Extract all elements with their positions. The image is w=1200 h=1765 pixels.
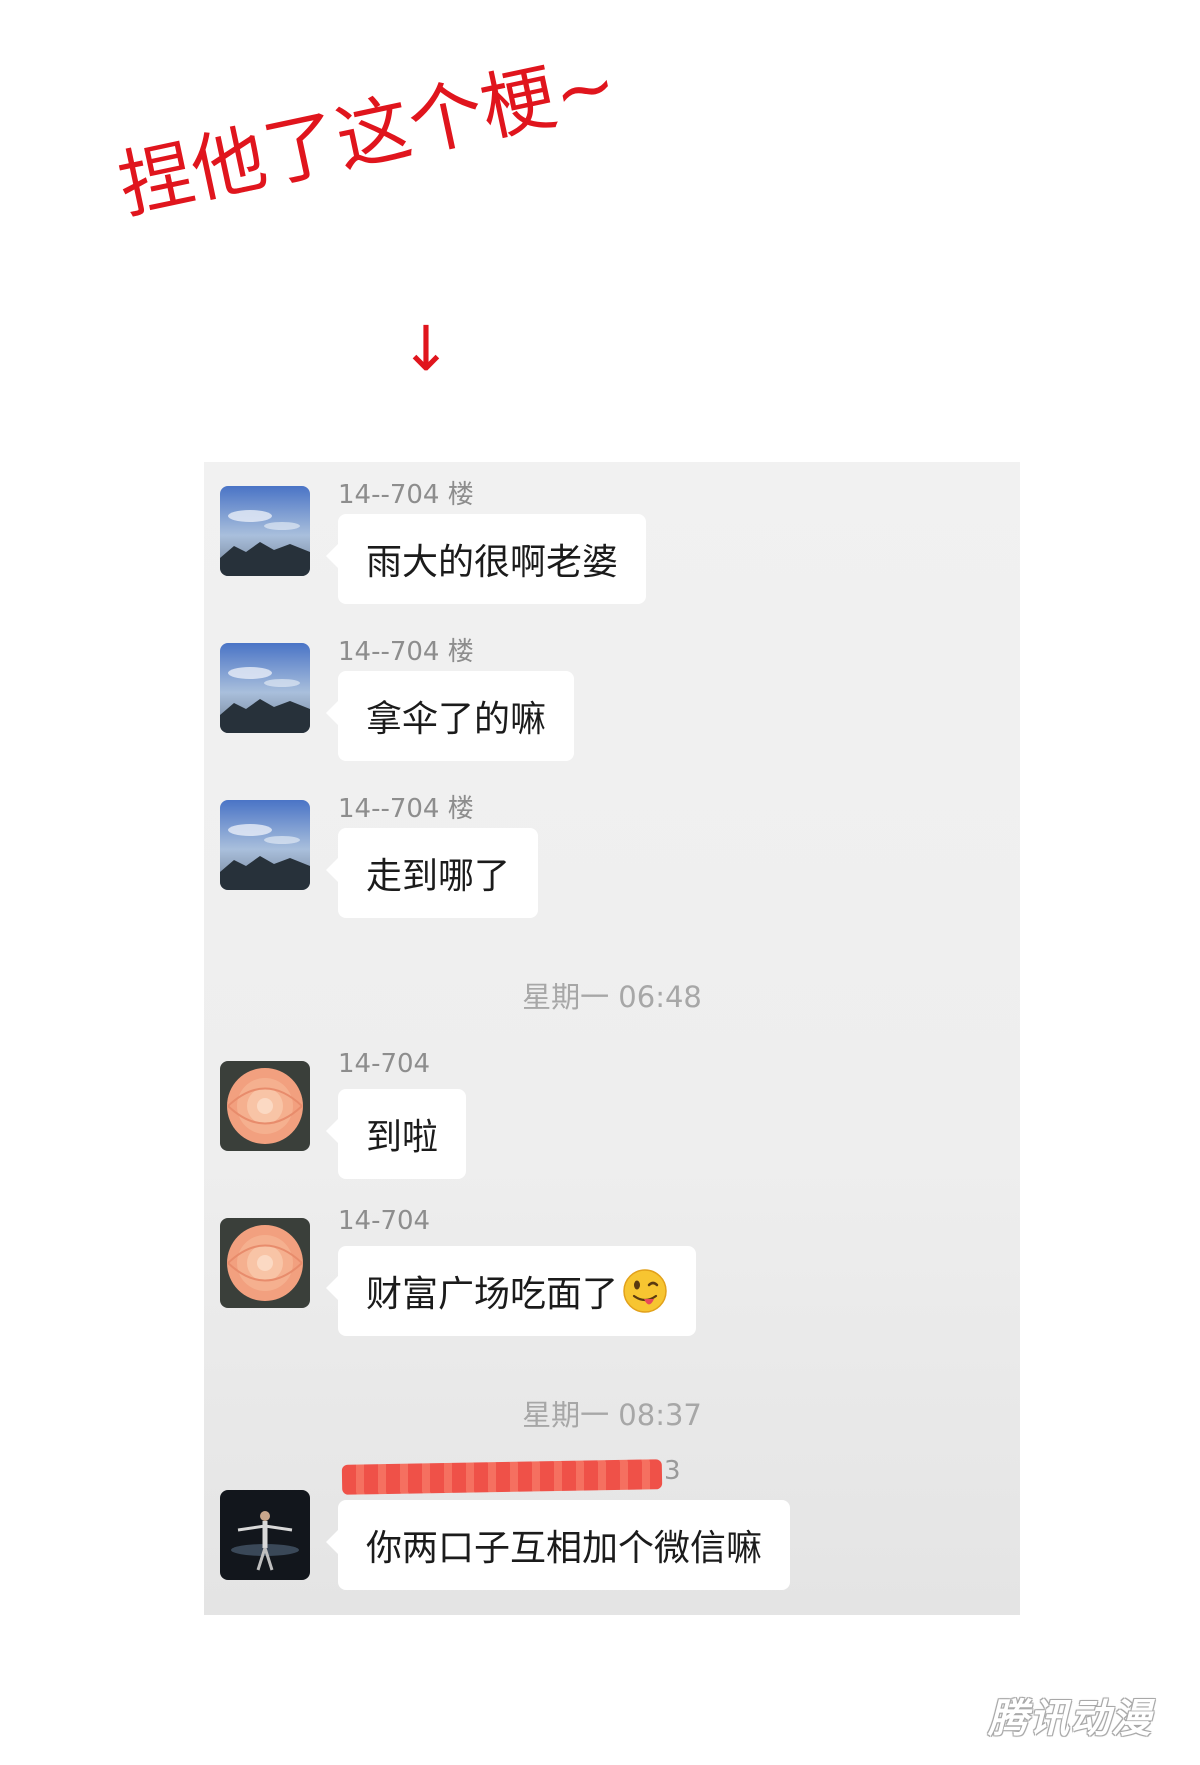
message-bubble[interactable]: 拿伞了的嘛 [325, 671, 575, 761]
winking-tongue-emoji-icon [623, 1269, 667, 1313]
sky-mountain-avatar-icon[interactable] [220, 643, 310, 733]
message-text: 到啦 [366, 1117, 439, 1158]
sender-name: 14--704 楼 [338, 637, 474, 667]
timestamp: 星期一 08:37 [522, 1398, 702, 1432]
sender-name: 14--704 楼 [338, 794, 474, 824]
sender-name: 3 [664, 1456, 681, 1486]
sender-name: 14--704 楼 [338, 480, 474, 510]
sky-mountain-avatar-icon[interactable] [220, 486, 310, 576]
timestamp: 星期一 06:48 [522, 980, 702, 1014]
message-bubble[interactable]: 你两口子互相加个微信嘛 [325, 1500, 791, 1590]
message-bubble[interactable]: 财富广场吃面了 [325, 1246, 697, 1336]
flower-avatar-icon[interactable] [220, 1218, 310, 1308]
caption-text: 捏他了这个梗~ [111, 40, 625, 230]
flower-avatar-icon[interactable] [220, 1061, 310, 1151]
watermark-logo: 腾讯动漫 [988, 1696, 1152, 1742]
message-text: 财富广场吃面了 [366, 1274, 619, 1315]
sender-name: 14-704 [338, 1049, 431, 1079]
message-bubble[interactable]: 到啦 [325, 1089, 467, 1179]
sender-name: 14-704 [338, 1206, 431, 1236]
message-text: 走到哪了 [366, 856, 511, 897]
chat-screenshot: 14--704 楼 雨大的很啊老婆 14--704 楼 拿伞了的嘛 14--70… [204, 462, 1020, 1615]
message-bubble[interactable]: 雨大的很啊老婆 [325, 514, 647, 604]
dancer-avatar-icon[interactable] [220, 1490, 310, 1580]
sky-mountain-avatar-icon[interactable] [220, 800, 310, 890]
redacted-sender-name [341, 1459, 663, 1495]
message-bubble[interactable]: 走到哪了 [325, 828, 539, 918]
message-text: 雨大的很啊老婆 [366, 542, 619, 583]
message-text: 你两口子互相加个微信嘛 [366, 1528, 763, 1569]
down-arrow-icon: ↓ [400, 312, 452, 385]
message-text: 拿伞了的嘛 [366, 699, 547, 740]
